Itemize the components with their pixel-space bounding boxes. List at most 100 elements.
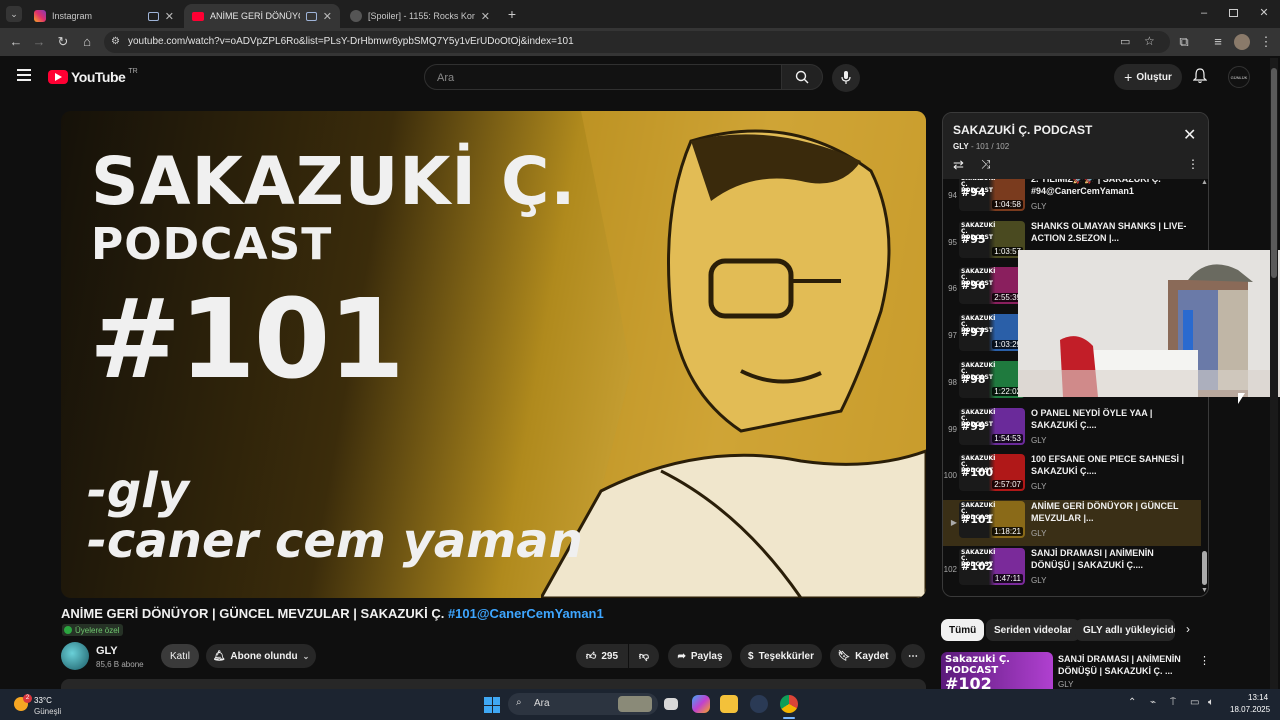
extensions-icon[interactable]: ⧉ bbox=[1176, 34, 1192, 50]
video-player[interactable]: SAKAZUKİ Ç. PODCAST #101 -gly -caner cem… bbox=[61, 111, 926, 598]
profile-avatar[interactable] bbox=[1234, 34, 1250, 50]
playlist-item-channel: GLY bbox=[1031, 202, 1047, 211]
thumbnail-line-3: #101 bbox=[89, 275, 405, 403]
join-button[interactable]: Katıl bbox=[161, 644, 199, 668]
clock-date[interactable]: 18.07.2025 bbox=[1230, 705, 1270, 714]
tab-youtube-video[interactable]: ANİME GERİ DÖNÜYOR | GÜ ✕ bbox=[184, 4, 340, 28]
playlist-title[interactable]: SAKAZUKİ Ç. PODCAST bbox=[953, 123, 1092, 137]
recommended-title: SANJİ DRAMASI | ANİMENİN DÖNÜŞÜ | SAKAZU… bbox=[1058, 654, 1181, 676]
forward-icon[interactable]: → bbox=[31, 34, 47, 50]
video-hashtag-link[interactable]: #101@CanerCemYaman1 bbox=[448, 606, 604, 621]
save-button[interactable]: 🔖︎ Kaydet bbox=[830, 644, 896, 668]
page-scrollbar[interactable] bbox=[1270, 58, 1278, 689]
close-tab-icon[interactable]: ✕ bbox=[481, 10, 490, 23]
speaker-icon[interactable]: 🔈︎ bbox=[1208, 697, 1214, 708]
channel-name[interactable]: GLY bbox=[96, 645, 118, 657]
weather-desc: Güneşli bbox=[34, 707, 62, 716]
channel-avatar[interactable] bbox=[61, 642, 89, 670]
region-code: TR bbox=[128, 67, 138, 75]
clock-time[interactable]: 13:14 bbox=[1248, 693, 1268, 702]
thumbs-down-icon: 👎︎ bbox=[638, 651, 650, 662]
playlist-item[interactable]: 99 SAKAZUKİ Ç. PODCAST #99 1:54:53 O PANEL N… bbox=[943, 407, 1201, 453]
task-view-icon[interactable] bbox=[664, 698, 678, 710]
playlist-item[interactable]: 102 SAKAZUKİ Ç. PODCAST #102 1:47:11 SANJİ D… bbox=[943, 547, 1201, 593]
steam-icon[interactable] bbox=[750, 695, 768, 713]
tab-spoiler[interactable]: [Spoiler] - 1155: Rocks Korsanla ✕ bbox=[342, 4, 498, 28]
minimize-icon[interactable]: – bbox=[1198, 7, 1210, 19]
like-button[interactable]: 👍︎ 295 bbox=[576, 644, 628, 668]
join-label: Katıl bbox=[169, 650, 190, 662]
create-button[interactable]: + Oluştur bbox=[1114, 64, 1182, 90]
back-icon[interactable]: ← bbox=[8, 34, 24, 50]
restore-icon[interactable] bbox=[1229, 9, 1238, 17]
chrome-icon[interactable] bbox=[780, 695, 798, 713]
chip-all[interactable]: Tümü bbox=[941, 619, 985, 641]
search-button[interactable] bbox=[781, 64, 823, 90]
share-button[interactable]: ➦ Paylaş bbox=[668, 644, 732, 668]
tab-instagram[interactable]: Instagram ✕ bbox=[26, 4, 182, 28]
playlist-item-index: ▶ bbox=[950, 517, 957, 527]
weather-widget[interactable]: 2 33°C Güneşli bbox=[10, 693, 80, 717]
file-explorer-icon[interactable] bbox=[720, 695, 738, 713]
save-bookmark-icon: 🔖︎ bbox=[837, 650, 851, 662]
loop-icon[interactable]: ⇄ bbox=[953, 157, 964, 173]
youtube-logo[interactable]: YouTube TR bbox=[48, 67, 138, 85]
tab-title: [Spoiler] - 1155: Rocks Korsanla bbox=[368, 11, 475, 21]
chip-from-uploader[interactable]: GLY adlı yükleyiciden bbox=[1075, 619, 1175, 641]
scroll-down-arrow-icon[interactable]: ▼ bbox=[1201, 587, 1208, 594]
chip-series-videos[interactable]: Seriden videolar bbox=[986, 619, 1080, 641]
playlist-item-channel: GLY bbox=[1031, 575, 1047, 585]
playlist-item[interactable]: 94SAKAZUKİ Ç. PODCAST#941:04:582. YILIMI… bbox=[943, 179, 1201, 219]
search-input[interactable]: Ara bbox=[424, 64, 782, 90]
voice-search-button[interactable] bbox=[832, 64, 860, 92]
reading-list-icon[interactable]: ≡ bbox=[1210, 34, 1226, 50]
reload-icon[interactable]: ↻ bbox=[55, 34, 71, 50]
playlist-item-index: 96 bbox=[948, 284, 957, 294]
bookmark-star-icon[interactable]: ☆ bbox=[1144, 34, 1155, 48]
playlist-item[interactable]: ▶ SAKAZUKİ Ç. PODCAST #101 1:18:21 ANİME GER… bbox=[943, 499, 1201, 546]
home-icon[interactable]: ⌂ bbox=[79, 34, 95, 50]
close-window-icon[interactable]: ✕ bbox=[1258, 6, 1270, 19]
new-tab-button[interactable]: + bbox=[504, 6, 520, 22]
close-tab-icon[interactable]: ✕ bbox=[165, 10, 174, 23]
close-tab-icon[interactable]: ✕ bbox=[323, 10, 332, 23]
playlist-channel[interactable]: GLY bbox=[953, 142, 969, 151]
taskbar-search-icon: ⌕ bbox=[516, 697, 522, 708]
playlist-item[interactable]: 100 SAKAZUKİ Ç. PODCAST #100 2:57:07 100 EFS… bbox=[943, 453, 1201, 499]
scroll-up-arrow-icon[interactable]: ▲ bbox=[1201, 179, 1208, 186]
windows-start-icon[interactable] bbox=[484, 697, 500, 713]
chips-next-chevron-icon[interactable]: › bbox=[1186, 622, 1190, 636]
tab-search-button[interactable]: ⌄ bbox=[6, 6, 22, 22]
thanks-icon: $ bbox=[748, 650, 754, 662]
microphone-tray-icon[interactable]: ⍑ bbox=[1170, 697, 1176, 708]
tab-title: ANİME GERİ DÖNÜYOR | GÜ bbox=[210, 11, 300, 21]
notifications-bell-icon[interactable] bbox=[1192, 68, 1209, 86]
account-avatar[interactable]: GÜNLÜK bbox=[1228, 66, 1250, 88]
scrollbar-thumb[interactable] bbox=[1202, 551, 1207, 585]
network-icon[interactable]: ⌁ bbox=[1150, 697, 1156, 708]
admiral-illustration bbox=[541, 111, 926, 598]
dislike-button[interactable]: 👎︎ bbox=[629, 644, 659, 668]
site-info-icon[interactable]: ⚙ bbox=[111, 36, 120, 47]
hamburger-menu-icon[interactable] bbox=[17, 69, 31, 81]
thanks-button[interactable]: $ Teşekkürler bbox=[740, 644, 822, 668]
cast-icon[interactable]: ▭ bbox=[1120, 35, 1130, 48]
more-actions-button[interactable]: ⋯ bbox=[901, 644, 925, 668]
subscribed-button[interactable]: 🔔︎ Abone olundu ⌄ bbox=[206, 644, 316, 668]
thumbnail-number: #99 bbox=[961, 419, 986, 433]
bell-icon: 🔔︎ bbox=[212, 650, 226, 662]
menu-kebab-icon[interactable]: ⋮ bbox=[1258, 34, 1274, 50]
shuffle-icon[interactable]: ⤨ bbox=[981, 157, 991, 172]
recommended-video[interactable]: Sakazuki Ç. PODCAST #102 SANJİ DRAMASI |… bbox=[941, 652, 1211, 689]
webcam-overlay[interactable] bbox=[1018, 250, 1280, 397]
page-scrollbar-thumb[interactable] bbox=[1271, 68, 1277, 278]
tray-chevron-icon[interactable]: ⌃ bbox=[1128, 697, 1136, 708]
copilot-icon[interactable] bbox=[692, 695, 710, 713]
taskbar-search[interactable]: ⌕ Ara bbox=[508, 693, 658, 715]
recommended-menu-icon[interactable]: ⋮ bbox=[1199, 654, 1210, 667]
playlist-menu-icon[interactable]: ⋮ bbox=[1187, 157, 1199, 171]
address-bar[interactable]: ⚙ youtube.com/watch?v=oADVpZPL6Ro&list=P… bbox=[104, 31, 1170, 53]
close-playlist-icon[interactable]: ✕ bbox=[1183, 125, 1196, 145]
playlist-item-title: SANJİ DRAMASI | ANİMENİN DÖNÜŞÜ | SAKAZU… bbox=[1031, 547, 1154, 570]
display-icon[interactable]: ▭ bbox=[1190, 697, 1199, 708]
